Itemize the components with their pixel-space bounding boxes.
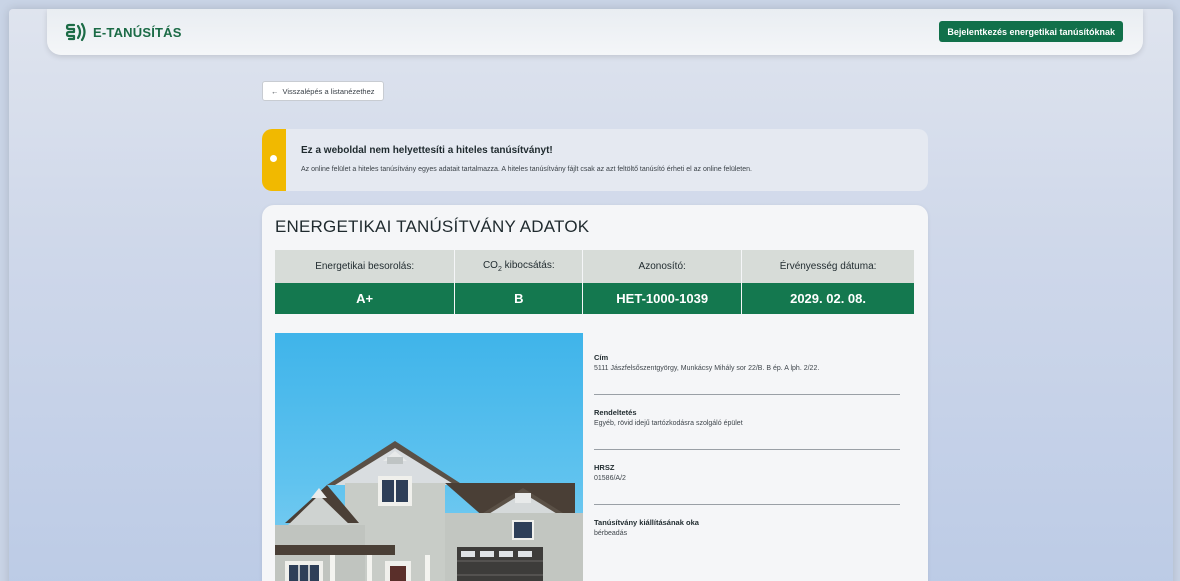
detail-label: Rendeltetés <box>594 408 637 417</box>
back-to-list-button[interactable]: ← Visszalépés a listanézethez <box>262 81 384 101</box>
certificate-summary-table: Energetikai besorolás: CO2 kibocsátás: A… <box>275 250 915 314</box>
detail-label: HRSZ <box>594 463 615 472</box>
house-illustration <box>275 441 583 581</box>
detail-purpose: Rendeltetés Egyéb, rövid idejű tartózkod… <box>594 408 900 450</box>
info-dot-icon <box>270 155 277 162</box>
arrow-left-icon: ← <box>271 86 279 96</box>
detail-label: Tanúsítvány kiállításának oka <box>594 518 699 527</box>
detail-reason: Tanúsítvány kiállításának oka bérbeadás <box>594 518 900 560</box>
logo-text: E-TANÚSÍTÁS <box>93 24 182 40</box>
top-navigation-bar: E-TANÚSÍTÁS Bejelentkezés energetikai ta… <box>47 9 1143 55</box>
co2-value: B <box>454 283 584 314</box>
detail-label: Cím <box>594 353 609 362</box>
certificate-title: ENERGETIKAI TANÚSÍTVÁNY ADATOK <box>275 217 590 236</box>
validity-value: 2029. 02. 08. <box>741 283 915 314</box>
validity-header: Érvényesség dátuma: <box>741 250 915 283</box>
notice-title: Ez a weboldal nem helyettesíti a hiteles… <box>301 145 553 156</box>
rating-header: Energetikai besorolás: <box>275 250 456 283</box>
identifier-value: HET-1000-1039 <box>582 283 743 314</box>
back-button-label: Visszalépés a listanézethez <box>282 86 375 96</box>
identifier-header: Azonosító: <box>582 250 743 283</box>
detail-value: 01586/A/2 <box>594 475 626 482</box>
certificate-details: Cím 5111 Jászfelsőszentgyörgy, Munkácsy … <box>594 353 900 573</box>
notice-accent-stripe <box>262 129 286 191</box>
e-tanusitas-logo-icon <box>65 22 86 42</box>
co2-header: CO2 kibocsátás: <box>454 250 584 283</box>
detail-value: 5111 Jászfelsőszentgyörgy, Munkácsy Mihá… <box>594 365 820 372</box>
disclaimer-notice: Ez a weboldal nem helyettesíti a hiteles… <box>262 129 928 191</box>
detail-address: Cím 5111 Jászfelsőszentgyörgy, Munkácsy … <box>594 353 900 395</box>
detail-value: bérbeadás <box>594 530 628 537</box>
rating-value: A+ <box>275 283 456 314</box>
certifier-login-button[interactable]: Bejelentkezés energetikai tanúsítóknak <box>939 21 1123 42</box>
notice-text: Az online felület a hiteles tanúsítvány … <box>301 166 752 173</box>
certificate-card: ENERGETIKAI TANÚSÍTVÁNY ADATOK Energetik… <box>262 205 928 581</box>
detail-value: Egyéb, rövid idejű tartózkodásra szolgál… <box>594 420 743 427</box>
detail-hrsz: HRSZ 01586/A/2 <box>594 463 900 505</box>
logo[interactable]: E-TANÚSÍTÁS <box>65 22 182 42</box>
building-photo <box>275 333 583 581</box>
browser-viewport: E-TANÚSÍTÁS Bejelentkezés energetikai ta… <box>9 9 1173 581</box>
